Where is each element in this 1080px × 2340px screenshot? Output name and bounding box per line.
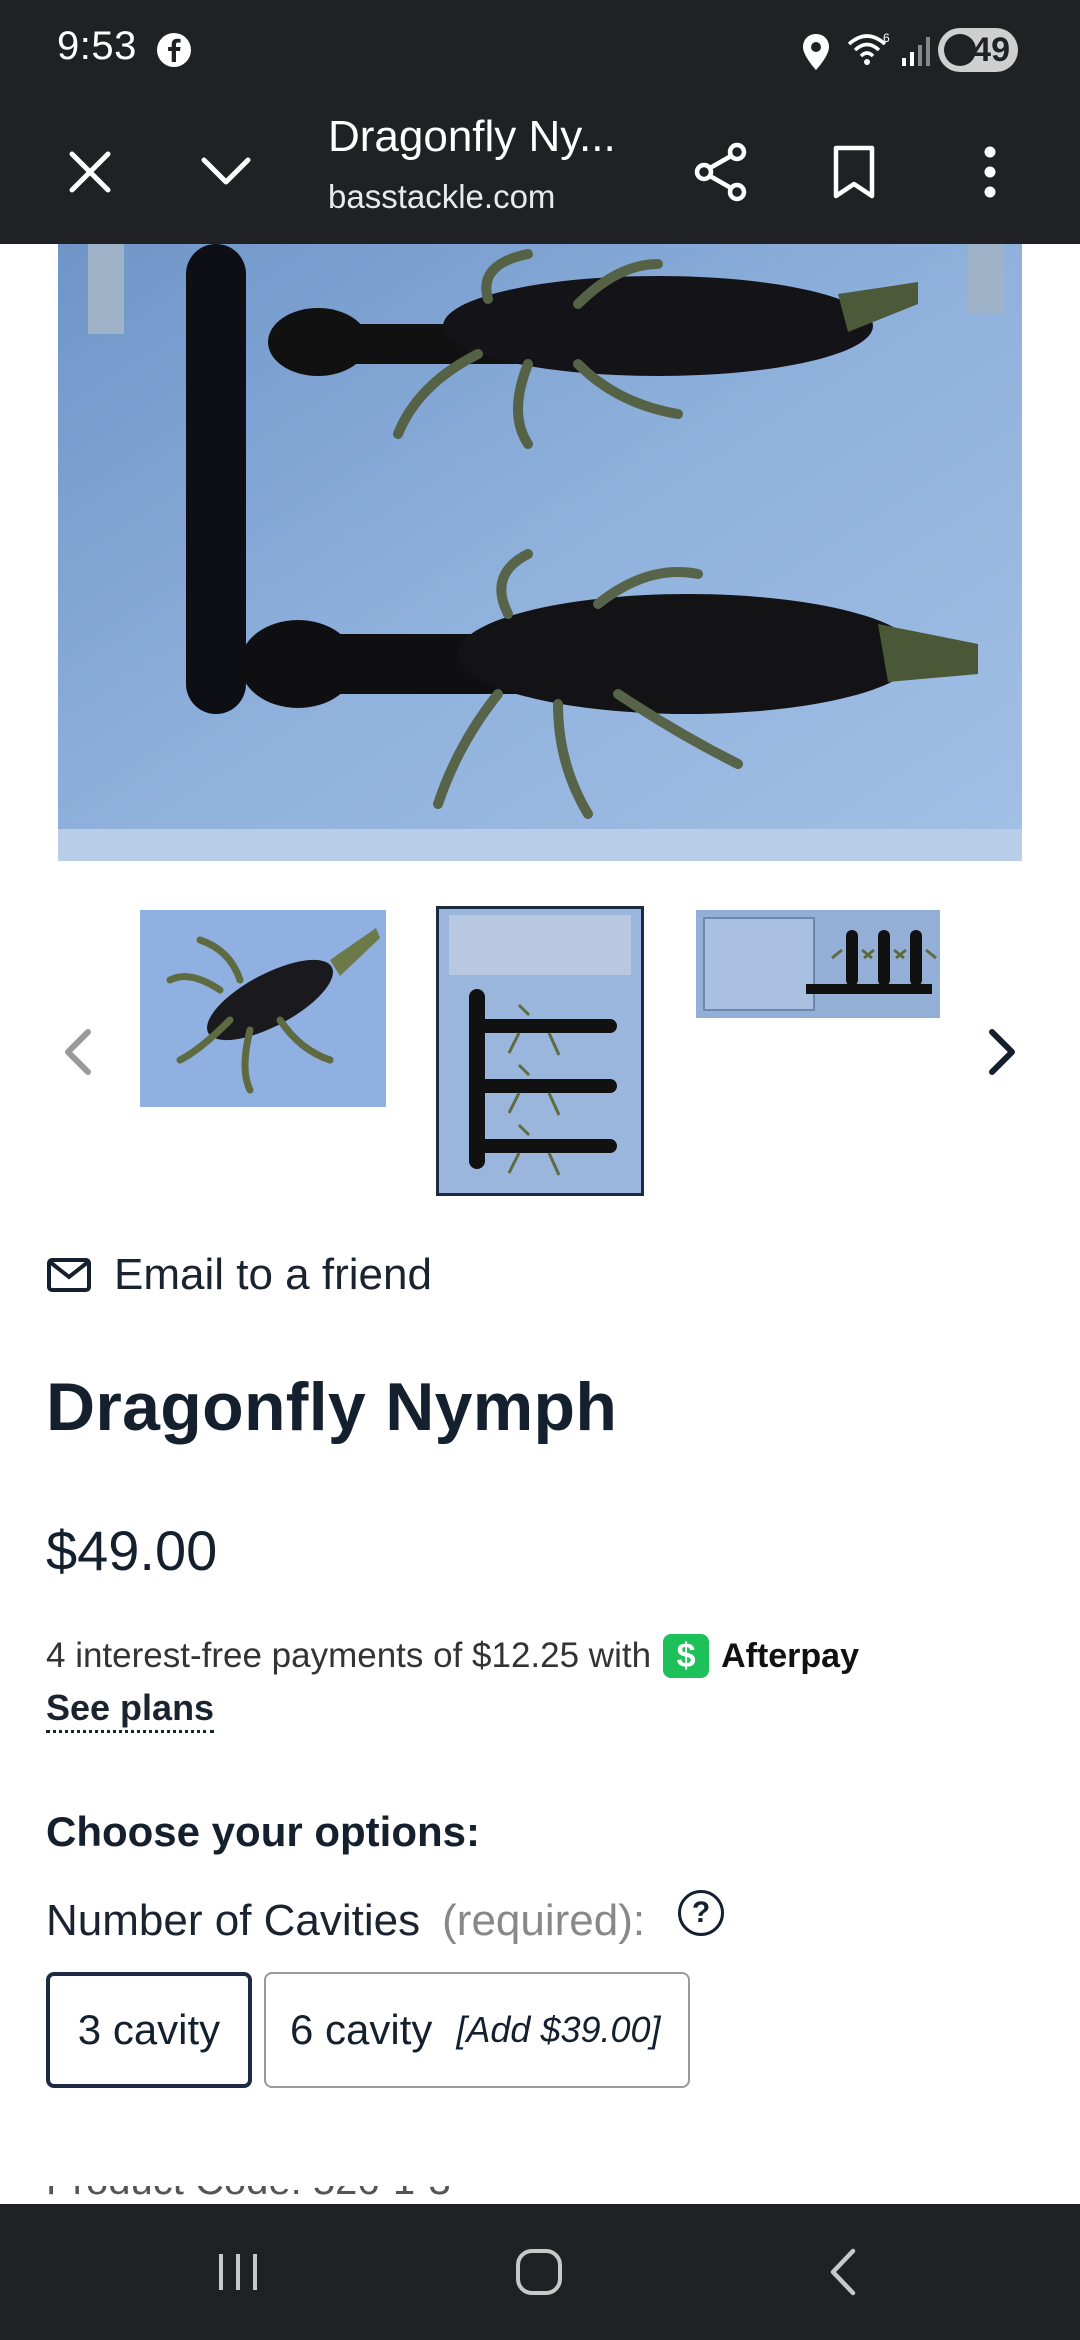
chevron-left-icon: [65, 1029, 91, 1075]
option-price-add: [Add $39.00]: [456, 2009, 661, 2050]
system-nav-bar: [0, 2204, 1080, 2340]
cavities-label: Number of Cavities (required):: [46, 1896, 645, 1946]
chevron-down-icon: [201, 157, 251, 185]
help-icon[interactable]: ?: [678, 1890, 724, 1936]
required-label: (required):: [442, 1896, 646, 1945]
browser-toolbar: Dragonfly Ny... basstackle.com: [0, 100, 1080, 244]
status-time: 9:53: [57, 24, 137, 68]
gallery-prev-button[interactable]: [52, 1020, 104, 1084]
wifi-icon: 6: [847, 31, 890, 65]
afterpay-text: 4 interest-free payments of $12.25 with: [46, 1636, 652, 1675]
gallery-thumb-3[interactable]: [696, 910, 940, 1018]
gallery-next-button[interactable]: [976, 1020, 1028, 1084]
option-6-cavity[interactable]: 6 cavity [Add $39.00]: [264, 1972, 690, 2088]
cavities-label-text: Number of Cavities: [46, 1896, 421, 1945]
product-main-image[interactable]: [58, 244, 1022, 861]
option-label: 3 cavity: [77, 2006, 221, 2053]
product-code-text: Product Code: 526-1-3: [46, 2186, 451, 2204]
share-icon: [694, 142, 747, 202]
close-icon: [69, 151, 111, 193]
bookmark-icon: [833, 145, 875, 199]
back-button[interactable]: [808, 2242, 878, 2302]
gallery-thumb-2[interactable]: [436, 906, 644, 1196]
home-icon: [516, 2249, 562, 2295]
share-button[interactable]: [683, 134, 759, 210]
choose-options-heading: Choose your options:: [46, 1808, 480, 1855]
product-price: $49.00: [46, 1519, 218, 1582]
email-to-friend-link[interactable]: Email to a friend: [46, 1250, 432, 1300]
see-plans-link[interactable]: See plans: [46, 1688, 215, 1733]
back-icon: [830, 2248, 856, 2296]
thumb-image-1: [140, 910, 386, 1107]
email-to-friend-label: Email to a friend: [114, 1250, 432, 1299]
afterpay-logo-icon: $: [663, 1634, 710, 1678]
tab-title: Dragonfly Ny...: [328, 112, 616, 161]
option-label: 6 cavity: [290, 2006, 433, 2053]
svg-text:6: 6: [883, 31, 890, 45]
thumb-image-3: [696, 910, 940, 1018]
location-icon: [803, 34, 829, 70]
envelope-icon: [47, 1258, 91, 1292]
facebook-icon: [157, 33, 191, 67]
option-3-cavity[interactable]: 3 cavity: [46, 1972, 252, 2088]
more-options-button[interactable]: [952, 134, 1028, 210]
home-button[interactable]: [504, 2242, 574, 2302]
gallery-thumb-1[interactable]: [140, 910, 386, 1107]
thumb-image-2: [439, 909, 641, 1193]
battery-icon: 49: [938, 28, 1018, 72]
more-vert-icon: [984, 146, 996, 198]
afterpay-name: Afterpay: [721, 1636, 859, 1675]
bookmark-button[interactable]: [816, 134, 892, 210]
battery-level: 49: [972, 30, 1010, 69]
status-bar: 9:53 6 49: [0, 0, 1080, 100]
minimize-button[interactable]: [188, 134, 264, 210]
signal-icon: [902, 37, 930, 66]
dragonfly-nymph-mold-image: [58, 244, 1022, 861]
recent-apps-icon: [219, 2254, 257, 2290]
afterpay-info: 4 interest-free payments of $12.25 with …: [46, 1634, 859, 1678]
page-url[interactable]: basstackle.com: [328, 178, 555, 216]
product-title: Dragonfly Nymph: [46, 1369, 618, 1445]
close-button[interactable]: [52, 134, 128, 210]
chevron-right-icon: [989, 1029, 1015, 1075]
recent-apps-button[interactable]: [203, 2242, 273, 2302]
product-code: Product Code: 526-1-3: [46, 2186, 451, 2204]
